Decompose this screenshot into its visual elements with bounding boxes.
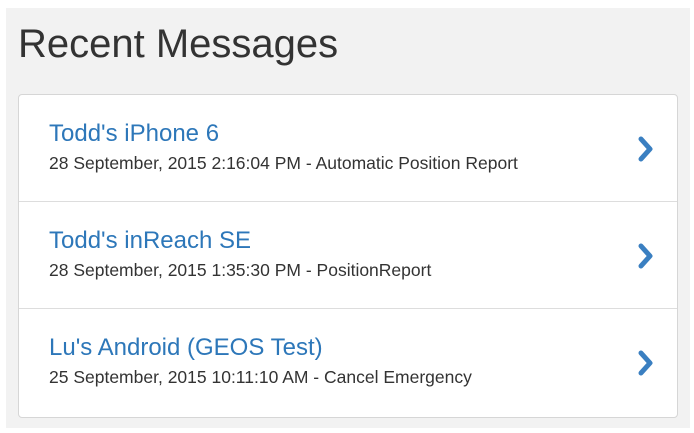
device-name-link[interactable]: Todd's iPhone 6 [49, 120, 219, 148]
message-list: Todd's iPhone 6 28 September, 2015 2:16:… [18, 94, 678, 418]
chevron-right-icon[interactable] [637, 349, 655, 377]
device-name-link[interactable]: Todd's inReach SE [49, 227, 251, 255]
chevron-right-icon[interactable] [637, 135, 655, 163]
chevron-right-icon[interactable] [637, 242, 655, 270]
recent-messages-panel: Recent Messages Todd's iPhone 6 28 Septe… [6, 8, 690, 428]
message-list-item[interactable]: Todd's inReach SE 28 September, 2015 1:3… [19, 202, 677, 309]
message-detail: 28 September, 2015 2:16:04 PM - Automati… [49, 153, 518, 173]
message-list-item[interactable]: Todd's iPhone 6 28 September, 2015 2:16:… [19, 95, 677, 202]
panel-title: Recent Messages [18, 22, 339, 66]
device-name-link[interactable]: Lu's Android (GEOS Test) [49, 334, 323, 362]
message-detail: 25 September, 2015 10:11:10 AM - Cancel … [49, 367, 472, 387]
message-list-item[interactable]: Lu's Android (GEOS Test) 25 September, 2… [19, 309, 677, 417]
message-detail: 28 September, 2015 1:35:30 PM - Position… [49, 260, 432, 280]
